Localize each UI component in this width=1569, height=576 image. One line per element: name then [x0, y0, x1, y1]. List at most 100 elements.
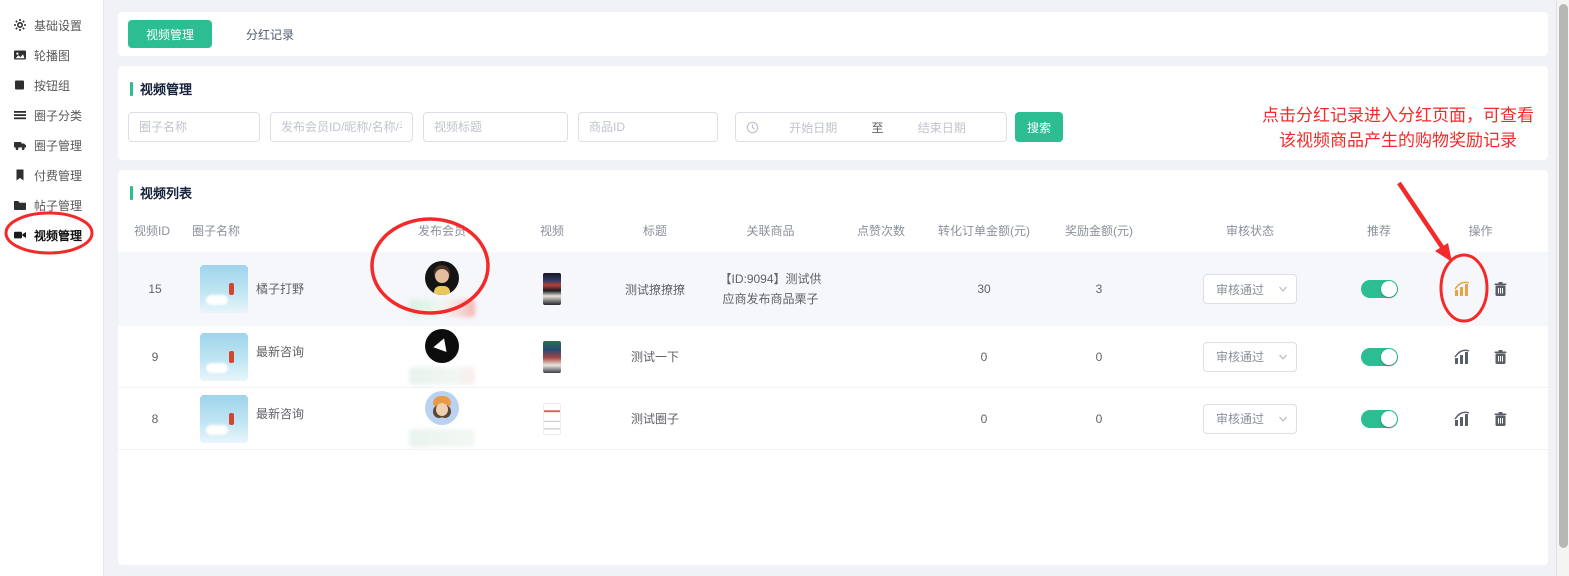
- col-publisher: 发布会员: [376, 222, 508, 239]
- col-order-amount: 转化订单金额(元): [935, 222, 1033, 239]
- list-icon: [13, 108, 27, 122]
- audit-status-value: 审核通过: [1216, 281, 1278, 298]
- search-panel-title-text: 视频管理: [140, 79, 192, 98]
- video-cell: [508, 341, 596, 373]
- sidebar-item-basic-settings[interactable]: 基础设置: [0, 10, 103, 40]
- sidebar-item-pay-manage[interactable]: 付费管理: [0, 160, 103, 190]
- audit-status-select[interactable]: 审核通过: [1203, 342, 1297, 372]
- date-range-picker[interactable]: 开始日期 至 结束日期: [735, 112, 1007, 142]
- search-button[interactable]: 搜索: [1015, 112, 1063, 142]
- sidebar-item-carousel[interactable]: 轮播图: [0, 40, 103, 70]
- reward-amount: 0: [1033, 350, 1165, 364]
- recommend-cell: [1335, 348, 1423, 366]
- table-row: 9 最新咨询 测试一下 0 0 审核通过: [118, 326, 1548, 388]
- circle-cell: 最新咨询: [184, 395, 376, 443]
- publisher-cell: [376, 391, 508, 447]
- col-audit-status: 审核状态: [1165, 222, 1335, 239]
- sidebar-item-label: 圈子管理: [34, 137, 82, 154]
- audit-status-select[interactable]: 审核通过: [1203, 274, 1297, 304]
- col-likes: 点赞次数: [827, 222, 935, 239]
- publisher-name-blurred: [409, 367, 475, 385]
- audit-status-cell: 审核通过: [1165, 342, 1335, 372]
- video-title-input[interactable]: [423, 112, 568, 142]
- video-id: 9: [126, 350, 184, 364]
- video-thumbnail[interactable]: [543, 403, 561, 435]
- circle-name-input[interactable]: [128, 112, 260, 142]
- tab-dividend-record[interactable]: 分红记录: [246, 26, 294, 43]
- circle-cell: 橘子打野: [184, 265, 376, 313]
- publisher-name-blurred: [409, 429, 475, 447]
- avatar: [425, 329, 459, 363]
- title-accent-bar: [130, 186, 133, 200]
- bar-chart-icon[interactable]: [1453, 281, 1471, 297]
- start-date-placeholder[interactable]: 开始日期: [759, 119, 868, 136]
- recommend-toggle[interactable]: [1361, 410, 1398, 428]
- title-accent-bar: [130, 82, 133, 96]
- sidebar-item-label: 视频管理: [34, 227, 82, 244]
- recommend-toggle[interactable]: [1361, 280, 1398, 298]
- video-title: 测试撩撩撩: [596, 281, 714, 298]
- annotation-note: 点击分红记录进入分红页面，可查看 该视频商品产生的购物奖励记录: [1248, 103, 1548, 153]
- bar-chart-icon[interactable]: [1453, 411, 1471, 427]
- page: 基础设置 轮播图 按钮组 圈子分类 圈子管理: [0, 0, 1569, 576]
- table-header: 视频ID 圈子名称 发布会员 视频 标题 关联商品 点赞次数 转化订单金额(元)…: [118, 208, 1548, 252]
- sidebar-item-post-manage[interactable]: 帖子管理: [0, 190, 103, 220]
- operation-cell: [1423, 349, 1538, 365]
- video-cell: [508, 273, 596, 305]
- truck-icon: [13, 138, 27, 152]
- operation-cell: [1423, 281, 1538, 297]
- col-recommend: 推荐: [1335, 222, 1423, 239]
- trash-icon[interactable]: [1493, 411, 1508, 427]
- end-date-placeholder[interactable]: 结束日期: [888, 119, 997, 136]
- scrollbar-thumb[interactable]: [1559, 4, 1568, 548]
- audit-status-select[interactable]: 审核通过: [1203, 404, 1297, 434]
- annotation-line-2: 该视频商品产生的购物奖励记录: [1248, 128, 1548, 153]
- clock-icon: [746, 121, 759, 134]
- vertical-scrollbar[interactable]: [1556, 0, 1569, 576]
- col-reward-amount: 奖励金额(元): [1033, 222, 1165, 239]
- trash-icon[interactable]: [1493, 349, 1508, 365]
- sidebar-item-button-group[interactable]: 按钮组: [0, 70, 103, 100]
- audit-status-cell: 审核通过: [1165, 404, 1335, 434]
- sidebar-item-circle-category[interactable]: 圈子分类: [0, 100, 103, 130]
- video-thumbnail[interactable]: [543, 273, 561, 305]
- folder-icon: [13, 198, 27, 212]
- audit-status-value: 审核通过: [1216, 410, 1278, 427]
- circle-name: 最新咨询: [256, 343, 304, 360]
- sidebar-item-label: 圈子分类: [34, 107, 82, 124]
- chevron-down-icon: [1278, 414, 1288, 424]
- col-video: 视频: [508, 222, 596, 239]
- tab-video-manage[interactable]: 视频管理: [128, 20, 212, 48]
- video-cell: [508, 403, 596, 435]
- audit-status-value: 审核通过: [1216, 348, 1278, 365]
- annotation-line-1: 点击分红记录进入分红页面，可查看: [1248, 103, 1548, 128]
- video-thumbnail[interactable]: [543, 341, 561, 373]
- search-panel-title: 视频管理: [118, 66, 1548, 98]
- gear-icon: [13, 18, 27, 32]
- col-video-id: 视频ID: [126, 222, 184, 239]
- product-id-input[interactable]: [578, 112, 718, 142]
- table-row: 15 橘子打野 测试撩撩撩 【ID:9094】测试供应商发布商品栗子 30 3 …: [118, 252, 1548, 326]
- sidebar-item-circle-manage[interactable]: 圈子管理: [0, 130, 103, 160]
- square-icon: [13, 78, 27, 92]
- sidebar-item-video-manage[interactable]: 视频管理: [0, 220, 103, 250]
- trash-icon[interactable]: [1493, 281, 1508, 297]
- video-list-title: 视频列表: [118, 170, 1548, 202]
- recommend-cell: [1335, 410, 1423, 428]
- order-amount: 30: [935, 282, 1033, 296]
- table-row: 8 最新咨询 测试圈子 0 0 审核通过: [118, 388, 1548, 450]
- publisher-member-input[interactable]: [270, 112, 413, 142]
- date-range-separator: 至: [868, 119, 888, 136]
- bar-chart-icon[interactable]: [1453, 349, 1471, 365]
- avatar: [425, 261, 459, 295]
- video-id: 15: [126, 282, 184, 296]
- video-id: 8: [126, 412, 184, 426]
- video-list-title-text: 视频列表: [140, 183, 192, 202]
- publisher-cell: [376, 329, 508, 385]
- recommend-cell: [1335, 280, 1423, 298]
- col-circle-name: 圈子名称: [184, 222, 376, 239]
- order-amount: 0: [935, 412, 1033, 426]
- circle-name: 最新咨询: [256, 405, 304, 422]
- video-title: 测试一下: [596, 348, 714, 365]
- recommend-toggle[interactable]: [1361, 348, 1398, 366]
